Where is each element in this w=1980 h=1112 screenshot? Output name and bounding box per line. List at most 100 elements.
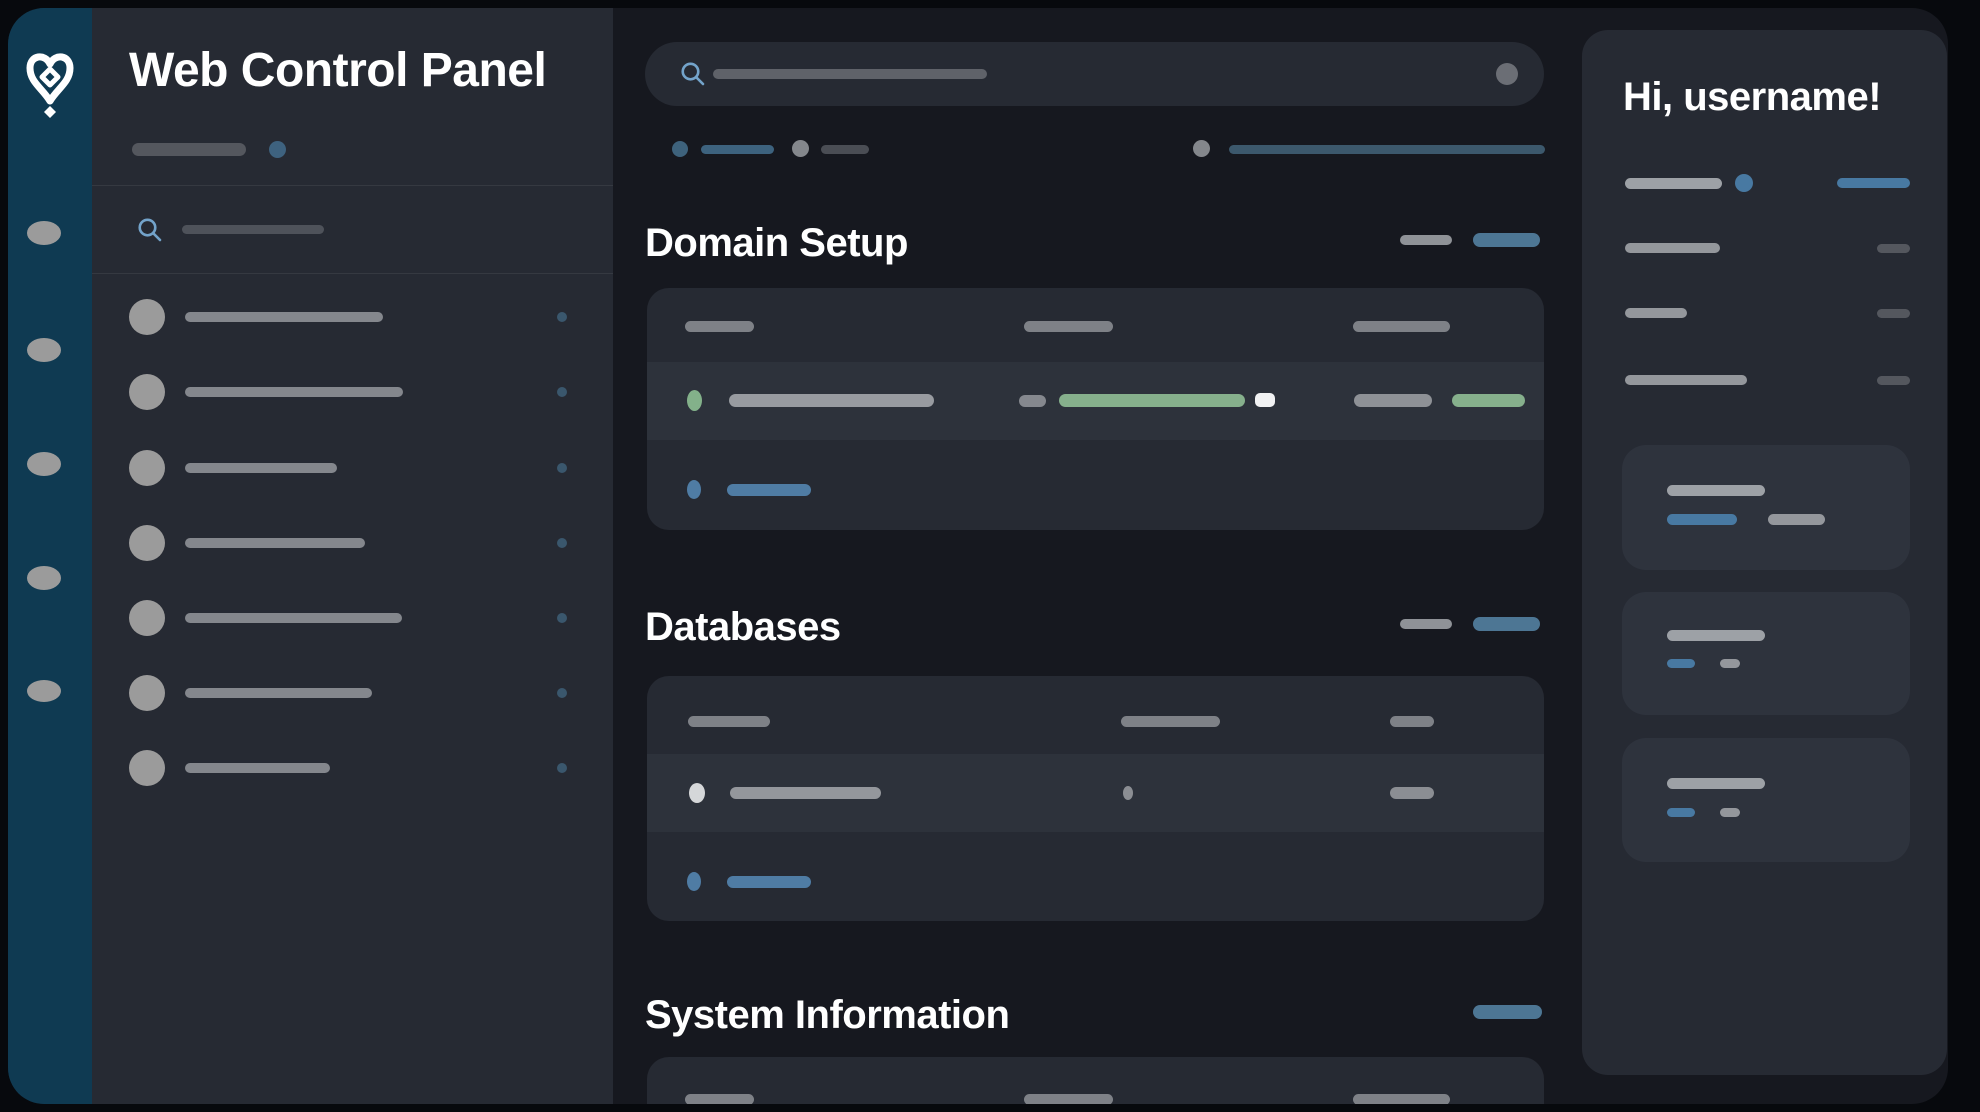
progress-dot [1193, 140, 1210, 157]
rail-nav-icon[interactable] [27, 338, 61, 362]
panel-card [1622, 445, 1910, 570]
column-header-skeleton [1024, 1094, 1113, 1104]
screen: Web Control Panel [0, 0, 1980, 1112]
item-label-skeleton [185, 538, 365, 548]
section-primary-button[interactable] [1473, 617, 1540, 631]
add-link-skeleton[interactable] [727, 484, 811, 496]
item-label-skeleton [185, 613, 402, 623]
rail-nav-icon[interactable] [27, 566, 61, 590]
greeting-title: Hi, username! [1623, 74, 1881, 120]
rail-nav-icon[interactable] [27, 452, 61, 476]
column-header-skeleton [685, 321, 754, 332]
item-label-skeleton [185, 312, 383, 322]
cell-skeleton-green [1452, 394, 1525, 407]
cell-dot [1123, 786, 1133, 800]
sidebar-item[interactable] [92, 293, 613, 343]
databases-table [647, 676, 1544, 921]
info-value-skeleton[interactable] [1877, 309, 1910, 318]
search-input-skeleton [182, 225, 324, 234]
item-label-skeleton [185, 463, 337, 473]
sidebar-subtitle-skeleton [132, 143, 246, 156]
search-action-dot[interactable] [1496, 63, 1518, 85]
column-header-skeleton [1390, 716, 1434, 727]
info-action-link-skeleton[interactable] [1837, 178, 1910, 188]
item-badge-dot [557, 688, 567, 698]
breadcrumb-dot[interactable] [792, 140, 809, 157]
column-header-skeleton [1024, 321, 1113, 332]
column-header-skeleton [685, 1094, 754, 1104]
item-avatar [129, 525, 165, 561]
item-avatar [129, 600, 165, 636]
item-label-skeleton [185, 763, 330, 773]
section-title-domain-setup: Domain Setup [645, 220, 908, 266]
cell-skeleton [1390, 787, 1434, 799]
item-label-skeleton [185, 688, 372, 698]
sidebar-search[interactable] [118, 204, 438, 256]
column-header-skeleton [1353, 1094, 1450, 1104]
info-label-skeleton [1625, 243, 1720, 253]
user-info-row [1582, 163, 1947, 203]
section-link-skeleton[interactable] [1400, 619, 1452, 629]
add-link-skeleton[interactable] [727, 876, 811, 888]
info-label-skeleton [1625, 308, 1687, 318]
user-info-row [1582, 293, 1947, 333]
sidebar-item[interactable] [92, 368, 613, 418]
card-link-skeleton[interactable] [1667, 808, 1695, 817]
item-avatar [129, 750, 165, 786]
search-icon [678, 59, 708, 89]
domain-setup-table [647, 288, 1544, 530]
info-label-skeleton [1625, 178, 1722, 189]
item-avatar [129, 374, 165, 410]
db-name-skeleton [730, 787, 881, 799]
rail-nav-icon[interactable] [27, 221, 61, 245]
item-badge-dot [557, 613, 567, 623]
info-value-skeleton[interactable] [1877, 244, 1910, 253]
page-title: Web Control Panel [129, 44, 546, 98]
section-link-skeleton[interactable] [1400, 235, 1452, 245]
card-link-skeleton[interactable] [1667, 659, 1695, 668]
item-label-skeleton [185, 387, 403, 397]
system-information-table [647, 1057, 1544, 1104]
panel-card [1622, 738, 1910, 862]
column-header-skeleton [1353, 321, 1450, 332]
breadcrumb-dot-active[interactable] [672, 141, 688, 157]
divider [92, 273, 613, 274]
info-label-skeleton [1625, 375, 1747, 385]
db-icon-dot [689, 783, 705, 803]
breadcrumb-link-skeleton[interactable] [701, 145, 774, 154]
brand-logo-icon[interactable] [26, 50, 74, 118]
section-primary-button[interactable] [1473, 1005, 1542, 1019]
item-badge-dot [557, 763, 567, 773]
section-primary-button[interactable] [1473, 233, 1540, 247]
card-title-skeleton [1667, 630, 1765, 641]
progress-bar-green [1059, 394, 1245, 407]
sidebar-item[interactable] [92, 519, 613, 569]
panel-card [1622, 592, 1910, 715]
item-badge-dot [557, 387, 567, 397]
info-value-skeleton[interactable] [1877, 376, 1910, 385]
breadcrumb-label-skeleton [821, 145, 869, 154]
global-search-bar[interactable] [645, 42, 1544, 106]
divider [92, 185, 613, 186]
app-window: Web Control Panel [8, 8, 1948, 1104]
domain-name-skeleton [729, 394, 934, 407]
sidebar-item[interactable] [92, 744, 613, 794]
rail-nav-icon[interactable] [27, 680, 61, 702]
card-value-skeleton [1768, 514, 1825, 525]
item-avatar [129, 299, 165, 335]
card-title-skeleton [1667, 485, 1765, 496]
sidebar-item[interactable] [92, 444, 613, 494]
card-link-skeleton[interactable] [1667, 514, 1737, 525]
search-icon [135, 215, 165, 245]
column-header-skeleton [688, 716, 770, 727]
icon-rail [8, 8, 92, 1104]
sidebar-item[interactable] [92, 594, 613, 644]
search-placeholder-skeleton [713, 69, 987, 79]
section-title-system-information: System Information [645, 992, 1009, 1038]
card-title-skeleton [1667, 778, 1765, 789]
sidebar-item[interactable] [92, 669, 613, 719]
section-title-databases: Databases [645, 604, 841, 650]
item-badge-dot [557, 312, 567, 322]
item-badge-dot [557, 463, 567, 473]
sidebar-status-dot[interactable] [269, 141, 286, 158]
